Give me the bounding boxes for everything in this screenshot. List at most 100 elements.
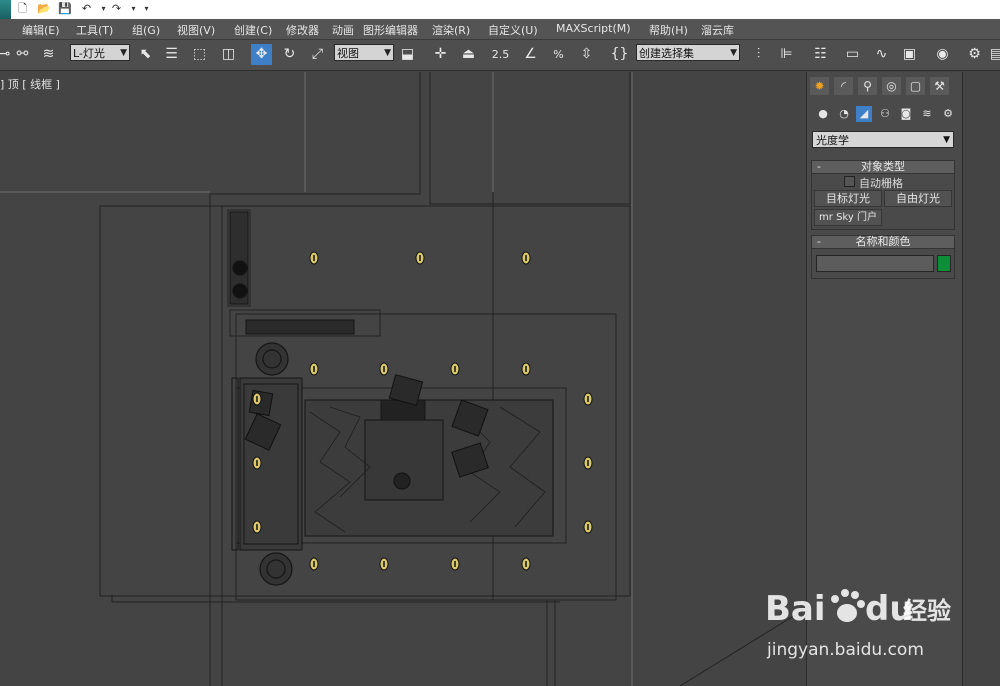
rendered-frame-window-icon[interactable]: ▤ bbox=[986, 44, 1000, 65]
toggle-ribbon-icon[interactable]: ▭ bbox=[842, 44, 863, 65]
menu-graph-editors[interactable]: 图形编辑器 bbox=[363, 22, 418, 38]
align-icon[interactable]: ⊫ bbox=[776, 44, 797, 65]
menu-group[interactable]: 组(G) bbox=[132, 22, 160, 38]
object-name-input[interactable] bbox=[816, 255, 934, 272]
rectangular-selection-icon[interactable]: ⬚ bbox=[189, 44, 210, 65]
named-selection-value: 创建选择集 bbox=[639, 47, 694, 60]
snaps-toggle-button[interactable]: 2.5 bbox=[490, 44, 511, 65]
menu-help[interactable]: 帮助(H) bbox=[649, 22, 688, 38]
schematic-view-icon[interactable]: ▣ bbox=[899, 44, 920, 65]
create-tab-icon[interactable]: ✹ bbox=[810, 77, 829, 95]
select-by-name-icon[interactable]: ☰ bbox=[161, 44, 182, 65]
object-type-rollout-header[interactable]: - 对象类型 bbox=[811, 160, 955, 174]
customize-dropdown-icon[interactable]: ▾ bbox=[140, 2, 153, 15]
viewport-top[interactable]: ] 顶 [ 线框 ] bbox=[0, 72, 804, 686]
helpers-icon[interactable]: ◙ bbox=[898, 106, 914, 122]
viewport-shading-mode[interactable]: 线框 bbox=[30, 78, 52, 91]
named-selection-dropdown[interactable]: 创建选择集 ▼ bbox=[636, 44, 740, 61]
selection-filter-dropdown[interactable]: L-灯光 ▼ bbox=[70, 44, 130, 61]
save-icon[interactable]: 💾 bbox=[58, 2, 72, 15]
angle-snap-icon[interactable]: ∠ bbox=[520, 44, 541, 65]
menu-bar: 编辑(E) 工具(T) 组(G) 视图(V) 创建(C) 修改器 动画 图形编辑… bbox=[0, 19, 1000, 40]
select-and-manipulate-icon[interactable]: ✛ bbox=[430, 44, 451, 65]
furniture-wireframe bbox=[229, 211, 554, 551]
media-console bbox=[245, 319, 355, 335]
ottoman bbox=[380, 399, 426, 421]
lights-icon[interactable]: ◢ bbox=[856, 106, 872, 122]
redo-icon[interactable]: ↷ bbox=[110, 2, 123, 15]
quick-access-toolbar: 🗋 📂 💾 ↶ ▾ ↷ ▾ ▾ bbox=[0, 0, 1000, 20]
select-and-rotate-icon[interactable]: ↻ bbox=[279, 44, 300, 65]
app-logo[interactable] bbox=[0, 0, 11, 19]
menu-maxscript[interactable]: MAXScript(M) bbox=[556, 22, 631, 35]
viewport-view-name[interactable]: 顶 bbox=[8, 78, 19, 91]
hierarchy-tab-icon[interactable]: ⚲ bbox=[858, 77, 877, 95]
shapes-icon[interactable]: ◔ bbox=[836, 106, 852, 122]
viewport-label[interactable]: ] 顶 [ 线框 ] bbox=[0, 76, 60, 92]
wall-line bbox=[209, 72, 421, 206]
mirror-icon[interactable]: ⫶ bbox=[748, 44, 769, 65]
modify-tab-icon[interactable]: ◜ bbox=[834, 77, 853, 95]
percent-snap-button[interactable]: % bbox=[548, 44, 569, 65]
select-and-scale-icon[interactable]: ⤢ bbox=[307, 44, 328, 65]
menu-view[interactable]: 视图(V) bbox=[177, 22, 215, 38]
mr-sky-portal-button[interactable]: mr Sky 门户 bbox=[814, 209, 882, 226]
use-pivot-center-icon[interactable]: ⬓ bbox=[397, 44, 418, 65]
undo-icon[interactable]: ↶ bbox=[80, 2, 93, 15]
menu-edit[interactable]: 编辑(E) bbox=[22, 22, 60, 38]
chevron-down-icon: ▼ bbox=[384, 48, 391, 58]
menu-customize[interactable]: 自定义(U) bbox=[488, 22, 538, 38]
menu-animation[interactable]: 动画 bbox=[332, 22, 354, 38]
menu-create[interactable]: 创建(C) bbox=[234, 22, 272, 38]
secondary-viewport-strip[interactable] bbox=[962, 72, 1000, 686]
menu-rendering[interactable]: 渲染(R) bbox=[432, 22, 470, 38]
edit-named-selection-icon[interactable]: {} bbox=[609, 44, 630, 65]
bind-space-warp-icon[interactable]: ≋ bbox=[38, 44, 59, 65]
viewport-bracket: ] bbox=[55, 78, 60, 91]
render-setup-icon[interactable]: ⚙ bbox=[964, 44, 985, 65]
material-editor-icon[interactable]: ◉ bbox=[932, 44, 953, 65]
new-file-icon[interactable]: 🗋 bbox=[16, 2, 29, 15]
unlink-icon[interactable]: ⚯ bbox=[12, 44, 33, 65]
geometry-icon[interactable]: ● bbox=[815, 106, 831, 122]
autogrid-checkbox[interactable] bbox=[844, 176, 855, 187]
cameras-icon[interactable]: ⚇ bbox=[877, 106, 893, 122]
window-crossing-icon[interactable]: ◫ bbox=[218, 44, 239, 65]
open-file-icon[interactable]: 📂 bbox=[37, 2, 51, 15]
scene-wireframe[interactable] bbox=[0, 72, 804, 686]
target-light-button[interactable]: 目标灯光 bbox=[814, 190, 882, 207]
menu-cloud-library[interactable]: 溜云库 bbox=[701, 22, 734, 38]
systems-icon[interactable]: ⚙ bbox=[940, 106, 956, 122]
main-toolbar: ⊸ ⚯ ≋ L-灯光 ▼ ⬉ ☰ ⬚ ◫ ✥ ↻ ⤢ 视图 ▼ ⬓ ✛ ⏏ 2.… bbox=[0, 40, 1000, 71]
chevron-down-icon: ▼ bbox=[730, 48, 737, 58]
redo-dropdown-icon[interactable]: ▾ bbox=[127, 2, 140, 15]
undo-dropdown-icon[interactable]: ▾ bbox=[97, 2, 110, 15]
snap-label: 2.5 bbox=[491, 48, 510, 61]
collapse-icon: - bbox=[817, 160, 821, 173]
space-warps-icon[interactable]: ≋ bbox=[919, 106, 935, 122]
paw-icon bbox=[831, 589, 865, 622]
select-object-icon[interactable]: ⬉ bbox=[135, 44, 156, 65]
room-outline bbox=[99, 72, 801, 686]
reference-coordinate-dropdown[interactable]: 视图 ▼ bbox=[334, 44, 394, 61]
keyboard-shortcut-override-icon[interactable]: ⏏ bbox=[458, 44, 479, 65]
reference-coordinate-value: 视图 bbox=[337, 47, 359, 60]
utilities-tab-icon[interactable]: ⚒ bbox=[930, 77, 949, 95]
viewport-bracket: [ bbox=[22, 78, 27, 91]
light-category-dropdown[interactable]: 光度学 ▼ bbox=[812, 131, 954, 148]
spinner-snap-icon[interactable]: ⇳ bbox=[576, 44, 597, 65]
motion-tab-icon[interactable]: ◎ bbox=[882, 77, 901, 95]
select-and-move-icon[interactable]: ✥ bbox=[251, 44, 272, 65]
free-light-button[interactable]: 自由灯光 bbox=[884, 190, 952, 207]
name-color-rollout-header[interactable]: - 名称和颜色 bbox=[811, 235, 955, 249]
collapse-icon: - bbox=[817, 235, 821, 248]
menu-modifiers[interactable]: 修改器 bbox=[286, 22, 319, 38]
display-tab-icon[interactable]: ▢ bbox=[906, 77, 925, 95]
light-category-value: 光度学 bbox=[816, 134, 849, 147]
menu-tools[interactable]: 工具(T) bbox=[76, 22, 113, 38]
curve-editor-icon[interactable]: ∿ bbox=[871, 44, 892, 65]
grid-lines bbox=[0, 72, 633, 686]
object-color-swatch[interactable] bbox=[937, 255, 951, 272]
baidu-watermark: Bai du 经验 jingyan.baidu.com bbox=[755, 575, 965, 665]
layer-manager-icon[interactable]: ☷ bbox=[810, 44, 831, 65]
